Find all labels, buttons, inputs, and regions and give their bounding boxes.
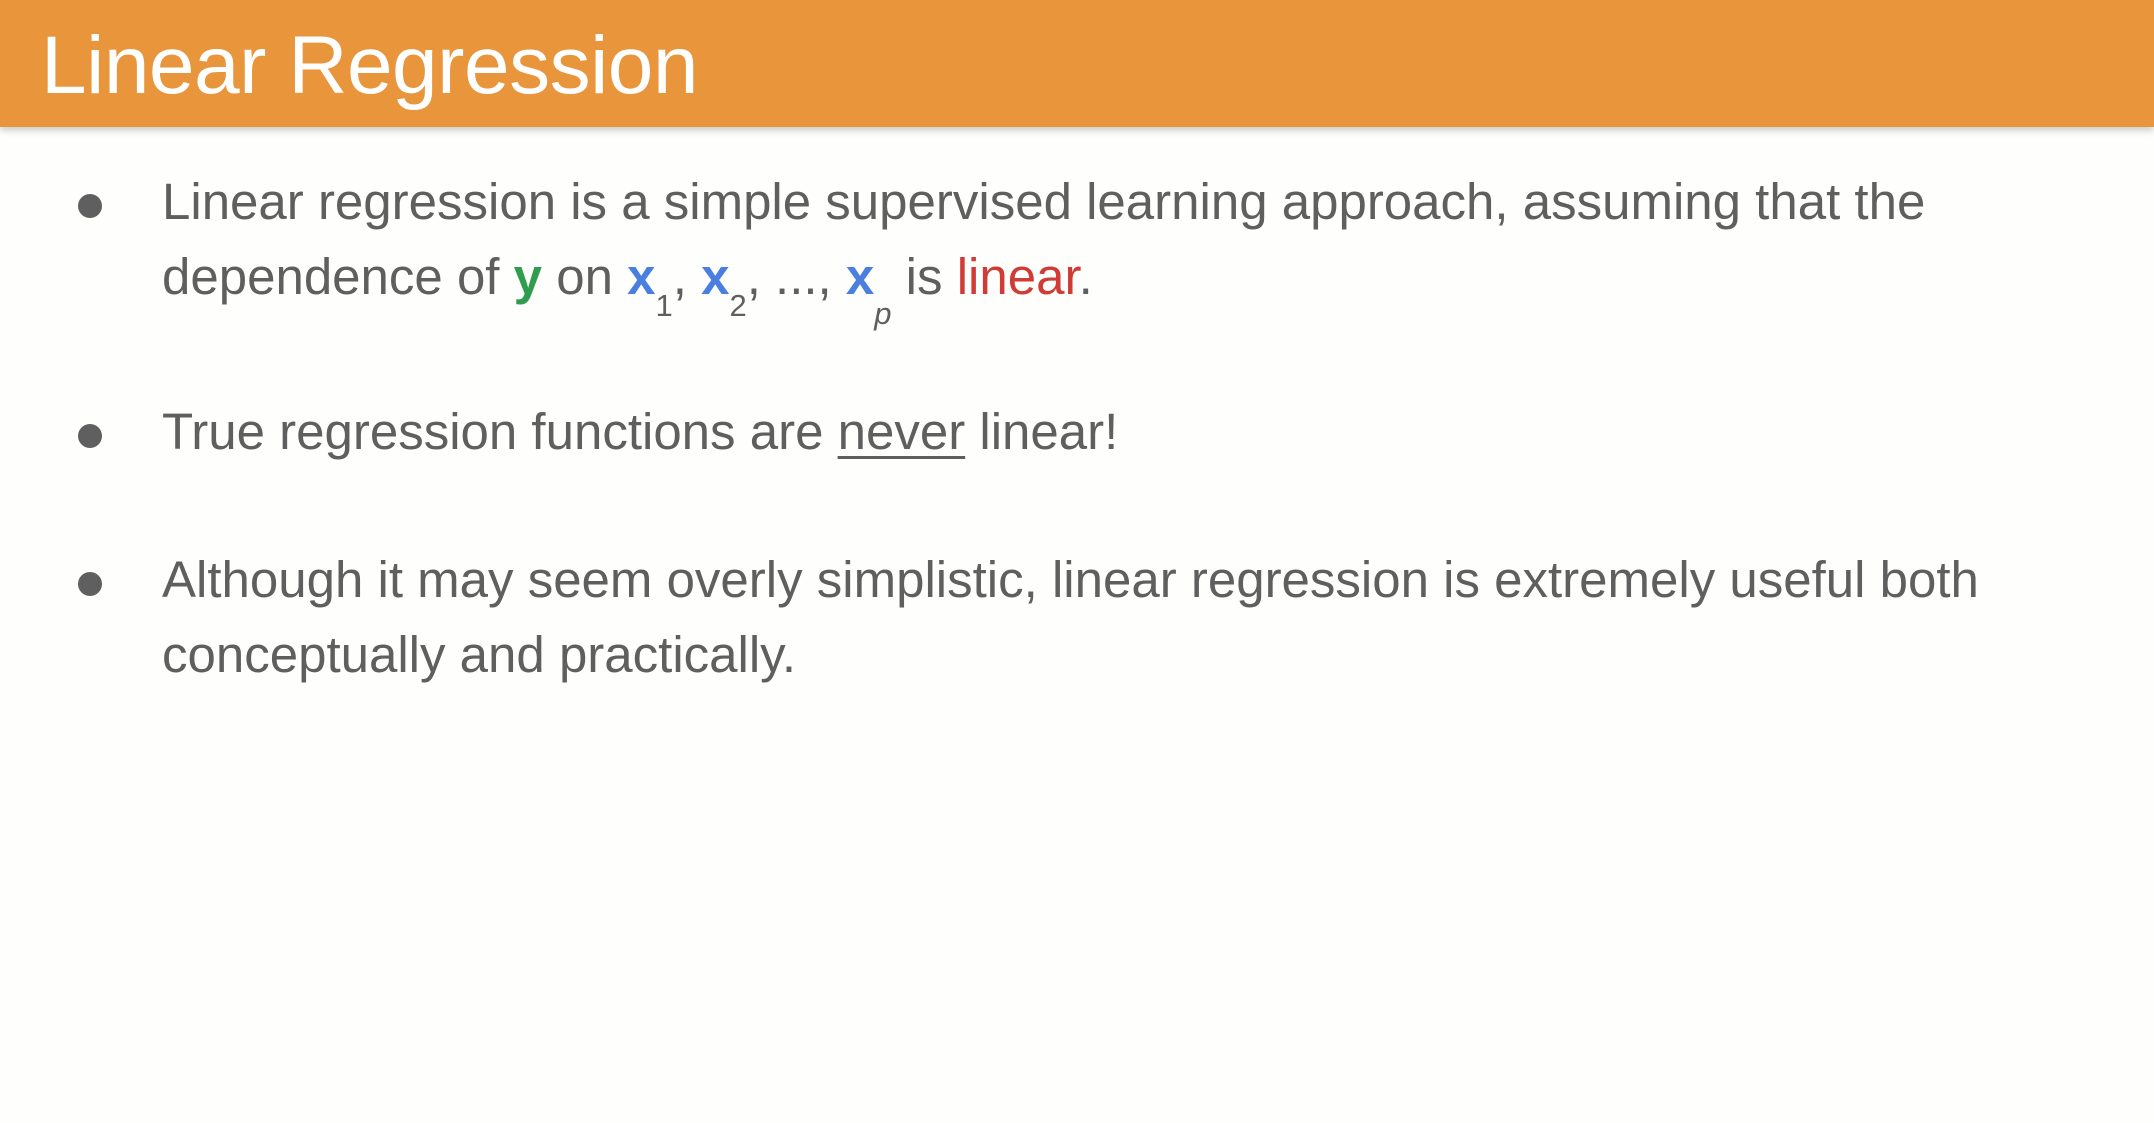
variable-x1: x1 <box>627 248 673 323</box>
bullet-item-linear-definition: Linear regression is a simple supervised… <box>0 164 2154 331</box>
variable-y: y <box>513 248 543 305</box>
linear-word: linear <box>956 248 1079 305</box>
x2-symbol: x <box>701 248 730 305</box>
variable-xp: xp <box>845 248 892 331</box>
subscript-1: 1 <box>655 288 673 323</box>
slide-header: Linear Regression <box>0 0 2154 127</box>
separator-2: , ..., <box>746 248 846 305</box>
slide-title: Linear Regression <box>41 20 699 111</box>
bullet-item-usefulness: Although it may seem overly simplistic, … <box>0 542 2154 692</box>
subscript-2: 2 <box>729 288 747 323</box>
never-emphasis: never <box>837 403 966 460</box>
is-text: is <box>891 248 957 305</box>
separator-1: , <box>672 248 702 305</box>
bullet-dot-icon <box>78 572 102 596</box>
bullet-dot-icon <box>78 194 102 218</box>
on-text: on <box>542 248 628 305</box>
usefulness-text: Although it may seem overly simplistic, … <box>162 551 1979 683</box>
bullet-item-never-linear: True regression functions are never line… <box>0 394 2154 469</box>
end-period: . <box>1078 248 1093 305</box>
x1-symbol: x <box>627 248 656 305</box>
variable-x2: x2 <box>701 248 747 323</box>
bullet-list: Linear regression is a simple supervised… <box>0 164 2154 692</box>
subscript-p: p <box>874 296 892 331</box>
never-after-text: linear! <box>965 403 1119 460</box>
never-before-text: True regression functions are <box>162 403 838 460</box>
xp-symbol: x <box>845 248 875 305</box>
bullet-dot-icon <box>78 424 102 448</box>
